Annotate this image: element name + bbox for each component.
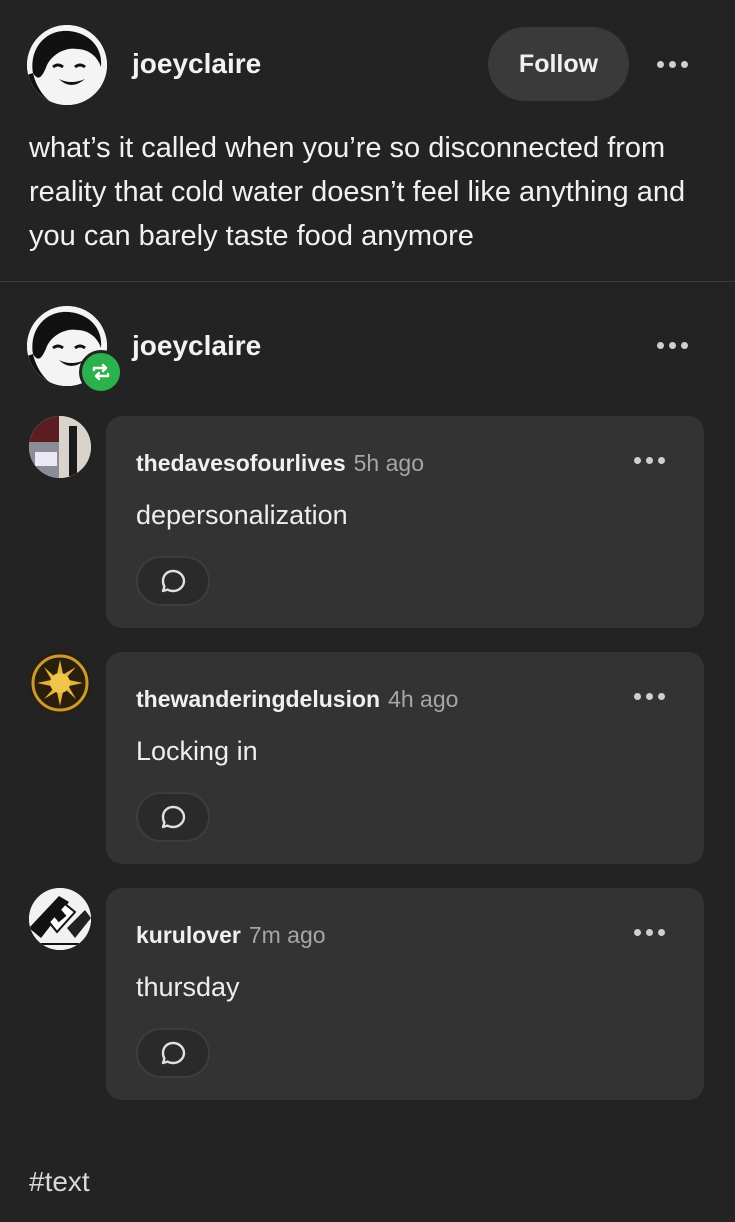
- note-meta: thewanderingdelusion 4h ago: [136, 686, 458, 713]
- tag-link[interactable]: #text: [29, 1166, 90, 1198]
- note-avatar[interactable]: [29, 888, 91, 950]
- post-header: joeyclaire Follow: [0, 0, 735, 128]
- note-card: thedavesofourlives 5h ago depersonalizati…: [106, 416, 704, 628]
- note-username[interactable]: thedavesofourlives: [136, 450, 346, 476]
- reply-icon: [161, 569, 186, 593]
- note-meta: kurulover 7m ago: [136, 922, 326, 949]
- more-icon[interactable]: [657, 342, 688, 349]
- more-icon[interactable]: [634, 929, 665, 936]
- reply-icon: [161, 805, 186, 829]
- note-username[interactable]: kurulover: [136, 922, 241, 948]
- reply-button[interactable]: [136, 1028, 210, 1078]
- reblog-icon: [79, 350, 123, 394]
- note-meta: thedavesofourlives 5h ago: [136, 450, 424, 477]
- more-icon[interactable]: [634, 693, 665, 700]
- note-text: depersonalization: [136, 500, 348, 530]
- note-timestamp: 5h ago: [353, 450, 424, 476]
- note-text: Locking in: [136, 736, 258, 766]
- reply-button[interactable]: [136, 556, 210, 606]
- more-icon[interactable]: [657, 61, 688, 68]
- follow-button[interactable]: Follow: [488, 27, 629, 101]
- author-avatar[interactable]: [27, 25, 107, 105]
- post-body: what’s it called when you’re so disconne…: [29, 132, 686, 252]
- note-avatar[interactable]: [29, 652, 91, 714]
- note-avatar[interactable]: [29, 416, 91, 478]
- note-card: thewanderingdelusion 4h ago Locking in: [106, 652, 704, 864]
- reply-icon: [161, 1041, 186, 1065]
- reply-button[interactable]: [136, 792, 210, 842]
- note-timestamp: 7m ago: [248, 922, 326, 948]
- note-card: kurulover 7m ago thursday: [106, 888, 704, 1100]
- note-text: thursday: [136, 972, 240, 1002]
- author-username[interactable]: joeyclaire: [132, 48, 261, 80]
- reblogger-username[interactable]: joeyclaire: [132, 330, 261, 362]
- divider: [0, 281, 735, 282]
- note-timestamp: 4h ago: [388, 686, 459, 712]
- more-icon[interactable]: [634, 457, 665, 464]
- note-username[interactable]: thewanderingdelusion: [136, 686, 380, 712]
